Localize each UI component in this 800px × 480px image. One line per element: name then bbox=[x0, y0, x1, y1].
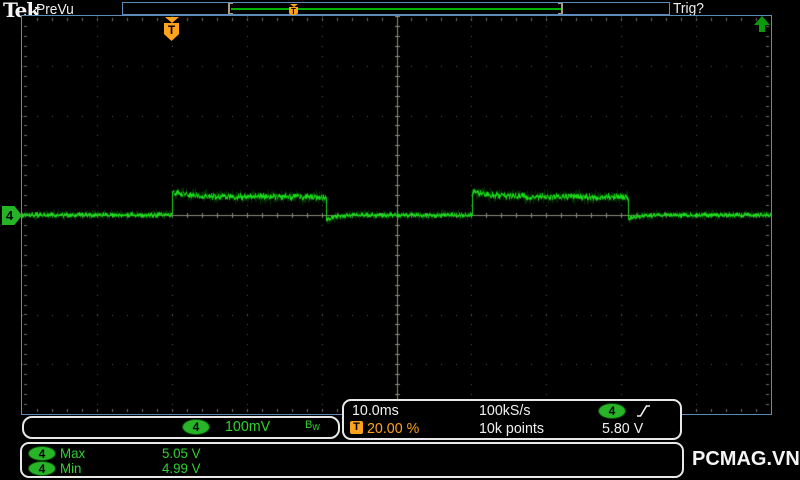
bw-w: W bbox=[312, 423, 320, 432]
measurement-value: 5.05 V bbox=[162, 445, 201, 461]
trigger-t-icon: T bbox=[164, 23, 179, 41]
channel-4-position-marker[interactable]: 4 bbox=[2, 206, 22, 225]
channel-4-badge: 4 bbox=[28, 461, 56, 476]
bandwidth-limit-icon: BW bbox=[305, 419, 320, 432]
sample-rate-value: 100kS/s bbox=[479, 402, 531, 419]
measurements-panel[interactable]: 4 Max 5.05 V 4 Min 4.99 V bbox=[20, 442, 684, 478]
trigger-slope-rising-icon bbox=[637, 405, 650, 417]
channel-4-readout[interactable]: 4 100mV BW bbox=[22, 416, 340, 439]
trigger-source-badge: 4 bbox=[598, 403, 626, 419]
trigger-position-marker[interactable]: T bbox=[164, 17, 179, 41]
time-per-div-value: 10.0ms bbox=[352, 402, 399, 419]
channel-4-badge: 4 bbox=[182, 419, 210, 435]
view-window-right-bracket[interactable] bbox=[558, 3, 563, 14]
trigger-t-icon: T bbox=[350, 421, 363, 434]
measurement-row: 4 Min 4.99 V bbox=[22, 460, 682, 476]
triangle-icon bbox=[289, 4, 298, 7]
view-window-left-bracket[interactable] bbox=[228, 3, 233, 14]
volts-per-div-value: 100mV bbox=[225, 418, 271, 435]
measurement-value: 4.99 V bbox=[162, 460, 201, 476]
channel-4-badge: 4 bbox=[28, 446, 56, 461]
graticule bbox=[21, 15, 772, 415]
measurement-name: Min bbox=[60, 460, 82, 476]
record-waveform-line bbox=[231, 8, 561, 10]
trigger-level-offscreen-arrow-icon bbox=[754, 16, 770, 32]
triangle-icon bbox=[164, 17, 179, 23]
measurement-row: 4 Max 5.05 V bbox=[22, 445, 682, 461]
record-view-bar[interactable]: T bbox=[122, 2, 670, 17]
pcmag-watermark: PCMAG.VN bbox=[692, 448, 800, 470]
horizontal-trigger-readout[interactable]: 10.0ms 100kS/s 4 T 20.00 % 10k points 5.… bbox=[342, 399, 682, 440]
trigger-level-value: 5.80 V bbox=[602, 420, 644, 437]
trigger-position-value: 20.00 % bbox=[367, 420, 420, 437]
record-length-value: 10k points bbox=[479, 420, 544, 437]
measurement-name: Max bbox=[60, 445, 86, 461]
waveform-display bbox=[22, 16, 771, 414]
